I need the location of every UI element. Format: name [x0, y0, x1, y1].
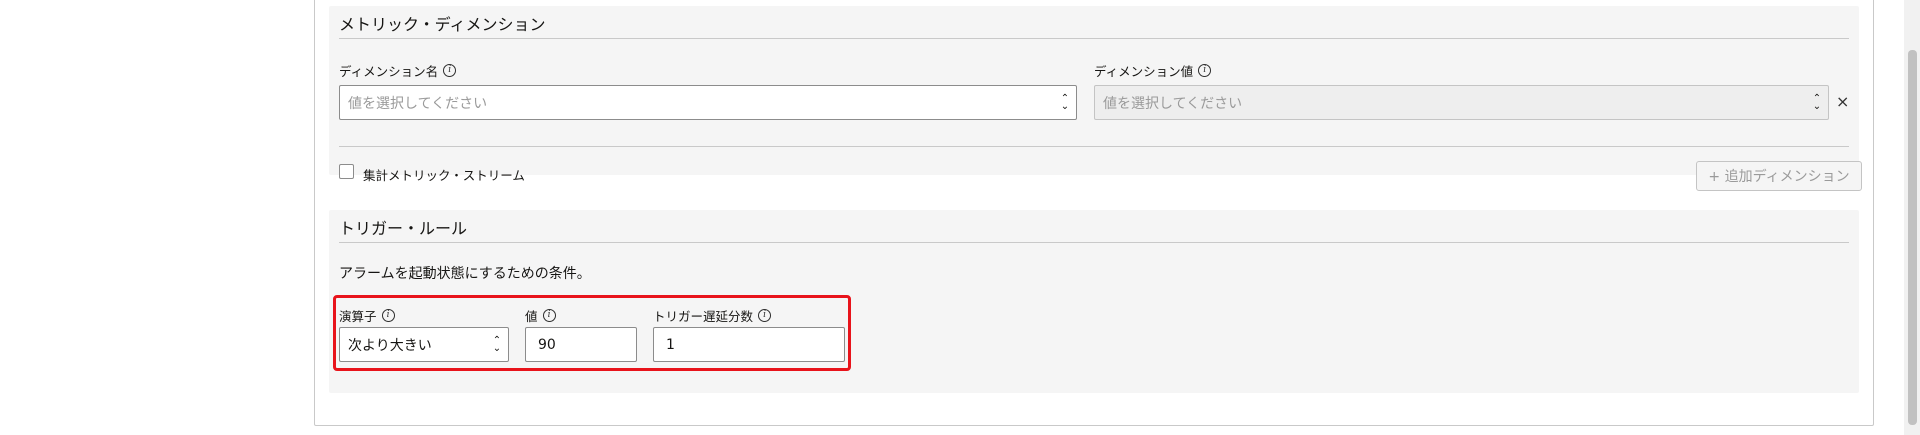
dimension-name-placeholder: 値を選択してください	[348, 95, 488, 112]
dimension-name-label-text: ディメンション名	[339, 64, 439, 79]
aggregate-metric-stream-label: 集計メトリック・ストリーム	[363, 168, 525, 183]
dimension-value-select[interactable]: 値を選択してください ⌃ ⌄	[1094, 85, 1829, 120]
section-title-trigger-rule: トリガー・ルール	[339, 219, 468, 238]
chevron-updown-icon: ⌃ ⌄	[1060, 92, 1070, 112]
dimension-value-label: ディメンション値 i	[1094, 61, 1212, 80]
dimension-value-placeholder: 値を選択してください	[1103, 95, 1243, 112]
dimension-name-select[interactable]: 値を選択してください ⌃ ⌄	[339, 85, 1077, 120]
section-title-metric-dimensions: メトリック・ディメンション	[339, 15, 546, 34]
dimension-value-label-text: ディメンション値	[1094, 64, 1194, 79]
chevron-updown-icon: ⌃ ⌄	[1812, 92, 1822, 112]
section-divider	[339, 38, 1849, 39]
add-dimension-button[interactable]: + 追加ディメンション	[1696, 161, 1862, 191]
section-divider	[339, 242, 1849, 243]
alarm-form-panel: メトリック・ディメンション ディメンション名 i 値を選択してください ⌃ ⌄ デ…	[314, 0, 1874, 426]
info-icon[interactable]: i	[443, 64, 457, 77]
section-divider	[339, 146, 1849, 147]
vertical-scrollbar[interactable]	[1904, 0, 1920, 435]
aggregate-metric-stream-checkbox[interactable]	[339, 164, 354, 179]
scrollbar-thumb[interactable]	[1908, 50, 1917, 425]
dimension-name-label: ディメンション名 i	[339, 61, 457, 80]
highlight-box	[333, 295, 851, 371]
remove-dimension-close-icon[interactable]: ×	[1836, 92, 1849, 111]
info-icon[interactable]: i	[1198, 64, 1212, 77]
trigger-rule-description: アラームを起動状態にするための条件。	[339, 266, 591, 282]
metric-dimensions-section: メトリック・ディメンション ディメンション名 i 値を選択してください ⌃ ⌄ デ…	[329, 6, 1862, 191]
